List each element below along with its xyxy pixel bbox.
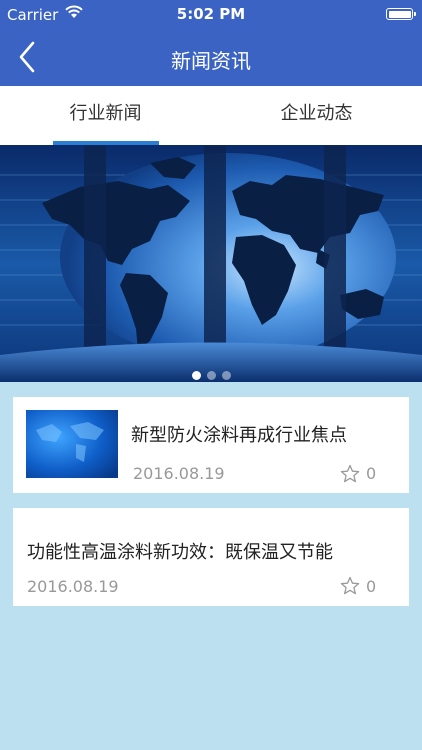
carousel-dot[interactable]: [206, 371, 216, 380]
star-icon[interactable]: [340, 576, 360, 596]
nav-bar: Carrier 5:02 PM 新闻资讯: [0, 0, 422, 86]
news-date: 2016.08.19: [27, 577, 119, 596]
news-thumbnail: [26, 410, 118, 478]
tab-bar: 行业新闻 企业动态: [0, 86, 422, 145]
status-bar: Carrier 5:02 PM: [0, 0, 422, 30]
page-title: 新闻资讯: [171, 49, 251, 73]
battery-icon: [386, 8, 416, 20]
carousel-dot[interactable]: [221, 371, 231, 380]
like-count: 0: [366, 577, 377, 596]
like-count: 0: [366, 464, 377, 483]
star-icon[interactable]: [340, 464, 360, 484]
tab-industry-news[interactable]: 行业新闻: [0, 86, 211, 145]
world-map-image: [0, 145, 422, 382]
carousel-dot[interactable]: [191, 371, 201, 380]
carousel-pager: [0, 365, 422, 384]
status-time: 5:02 PM: [176, 5, 246, 23]
news-list-item[interactable]: 功能性高温涂料新功效：既保温又节能 2016.08.19 0: [13, 508, 409, 606]
banner-carousel[interactable]: [0, 145, 422, 382]
tab-company-news[interactable]: 企业动态: [211, 86, 422, 145]
news-title: 新型防火涂料再成行业焦点: [131, 425, 347, 446]
news-date: 2016.08.19: [133, 464, 225, 483]
news-list-item[interactable]: 新型防火涂料再成行业焦点 2016.08.19 0: [13, 397, 409, 493]
news-title: 功能性高温涂料新功效：既保温又节能: [27, 542, 333, 563]
